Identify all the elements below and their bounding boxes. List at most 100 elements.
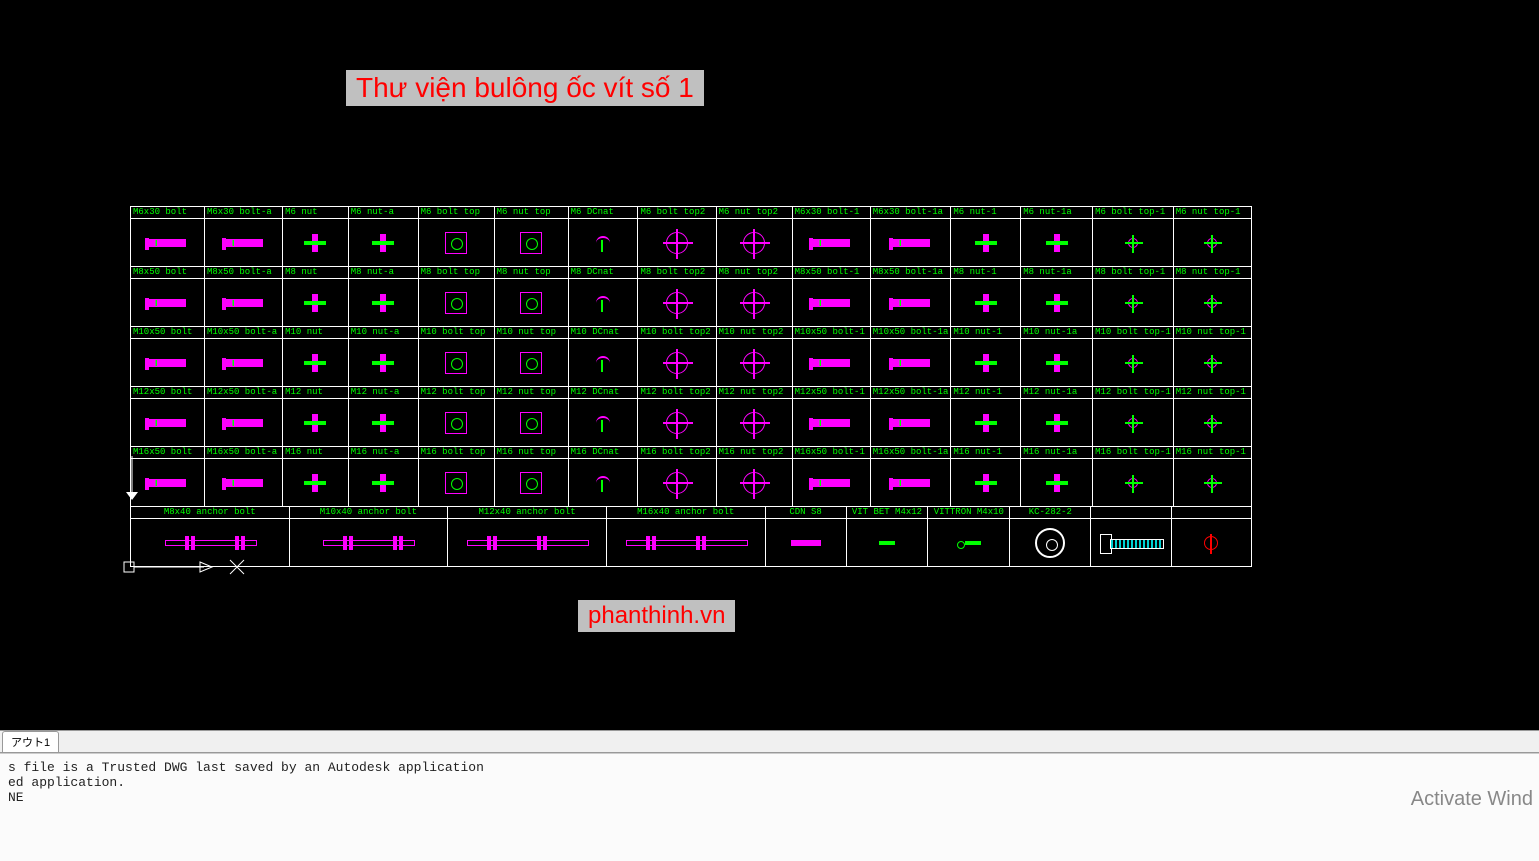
library-cell[interactable]: M6x30 bolt-1 <box>792 207 870 267</box>
library-cell[interactable]: M10 nut-1 <box>951 327 1021 387</box>
library-cell[interactable]: M16 nut <box>283 447 349 507</box>
library-cell[interactable]: M8x50 bolt <box>131 267 205 327</box>
library-cell[interactable]: M6 bolt top-1 <box>1093 207 1174 267</box>
cell-label: M6 nut top2 <box>717 207 792 219</box>
library-cell[interactable]: M12 bolt top2 <box>638 387 716 447</box>
library-cell[interactable]: M10 nut <box>283 327 349 387</box>
library-cell[interactable]: M12 nut <box>283 387 349 447</box>
library-cell[interactable]: M12 nut-a <box>348 387 418 447</box>
library-cell[interactable]: M6 nut-1a <box>1021 207 1093 267</box>
library-cell[interactable]: M8 nut-a <box>348 267 418 327</box>
cell-glyph <box>717 279 792 326</box>
cell-glyph <box>1174 459 1251 506</box>
library-cell[interactable]: M10x50 bolt-a <box>204 327 282 387</box>
library-cell[interactable]: M16 nut-1 <box>951 447 1021 507</box>
library-cell[interactable]: M8 nut <box>283 267 349 327</box>
cell-glyph <box>638 399 715 446</box>
library-cell[interactable]: M8 DCnat <box>568 267 638 327</box>
library-cell[interactable]: M16 nut top <box>494 447 568 507</box>
library-cell[interactable]: M12x50 bolt-1 <box>792 387 870 447</box>
library-cell[interactable]: M6 nut top-1 <box>1173 207 1251 267</box>
library-cell[interactable]: M6 nut top <box>494 207 568 267</box>
library-cell[interactable]: KC-282-2 <box>1010 507 1091 567</box>
library-cell[interactable]: M10 bolt top <box>418 327 494 387</box>
library-cell[interactable]: M16x40 anchor bolt <box>606 507 765 567</box>
library-cell[interactable]: M8 nut top-1 <box>1173 267 1251 327</box>
library-cell[interactable]: M6 nut-1 <box>951 207 1021 267</box>
library-cell[interactable]: M8 nut-1a <box>1021 267 1093 327</box>
library-cell[interactable]: M16 bolt top2 <box>638 447 716 507</box>
library-cell[interactable]: M10 nut top2 <box>716 327 792 387</box>
library-cell[interactable]: M16 bolt top <box>418 447 494 507</box>
library-cell[interactable]: M16 DCnat <box>568 447 638 507</box>
library-cell[interactable]: M6 nut <box>283 207 349 267</box>
library-cell[interactable]: M8 bolt top-1 <box>1093 267 1174 327</box>
library-cell[interactable]: M12 nut top2 <box>716 387 792 447</box>
library-cell[interactable]: M10x50 bolt <box>131 327 205 387</box>
library-cell[interactable]: CDN S8 <box>765 507 846 567</box>
library-cell[interactable]: M16 nut top-1 <box>1173 447 1251 507</box>
library-cell[interactable]: M16 nut-a <box>348 447 418 507</box>
library-cell[interactable]: M12x50 bolt-a <box>204 387 282 447</box>
library-cell[interactable]: M10 bolt top-1 <box>1093 327 1174 387</box>
library-cell[interactable]: M12 nut-1a <box>1021 387 1093 447</box>
cell-label: M16 nut <box>283 447 348 459</box>
cell-glyph <box>1021 399 1092 446</box>
library-cell[interactable]: M6x30 bolt <box>131 207 205 267</box>
library-cell[interactable]: M8 nut top2 <box>716 267 792 327</box>
library-cell[interactable]: M12x40 anchor bolt <box>448 507 607 567</box>
library-cell[interactable] <box>1091 507 1171 567</box>
library-cell[interactable]: M8x50 bolt-1a <box>870 267 951 327</box>
library-cell[interactable]: M16x50 bolt <box>131 447 205 507</box>
library-cell[interactable]: M10 DCnat <box>568 327 638 387</box>
library-cell[interactable]: M6 bolt top2 <box>638 207 716 267</box>
library-cell[interactable]: M6x30 bolt-1a <box>870 207 951 267</box>
library-cell[interactable]: M6 bolt top <box>418 207 494 267</box>
library-cell[interactable]: M10 nut-a <box>348 327 418 387</box>
library-cell[interactable]: M16x50 bolt-1a <box>870 447 951 507</box>
library-cell[interactable]: M10x50 bolt-1 <box>792 327 870 387</box>
cell-glyph <box>131 339 204 386</box>
library-cell[interactable] <box>1171 507 1251 567</box>
library-cell[interactable]: M12x50 bolt-1a <box>870 387 951 447</box>
cell-glyph <box>1091 519 1170 566</box>
library-cell[interactable]: M6 DCnat <box>568 207 638 267</box>
library-cell[interactable]: M8x50 bolt-a <box>204 267 282 327</box>
library-cell[interactable]: M12x50 bolt <box>131 387 205 447</box>
library-cell[interactable]: M16 nut-1a <box>1021 447 1093 507</box>
library-cell[interactable]: M10 nut-1a <box>1021 327 1093 387</box>
library-cell[interactable]: M12 bolt top-1 <box>1093 387 1174 447</box>
cell-glyph <box>951 279 1020 326</box>
cell-label: M12 bolt top-1 <box>1093 387 1173 399</box>
library-cell[interactable]: M12 nut-1 <box>951 387 1021 447</box>
library-cell[interactable]: M12 nut top-1 <box>1173 387 1251 447</box>
library-cell[interactable]: M8 nut top <box>494 267 568 327</box>
command-line[interactable]: s file is a Trusted DWG last saved by an… <box>0 753 1539 861</box>
library-cell[interactable]: M6x30 bolt-a <box>204 207 282 267</box>
library-cell[interactable]: M8 nut-1 <box>951 267 1021 327</box>
library-cell[interactable]: M12 bolt top <box>418 387 494 447</box>
library-cell[interactable]: M8 bolt top2 <box>638 267 716 327</box>
library-cell[interactable]: M6 nut top2 <box>716 207 792 267</box>
cell-glyph <box>607 519 765 566</box>
library-cell[interactable]: M16x50 bolt-1 <box>792 447 870 507</box>
layout-tab[interactable]: アウト1 <box>2 731 59 752</box>
library-cell[interactable]: M16 nut top2 <box>716 447 792 507</box>
library-cell[interactable]: VIT BET M4x12 <box>846 507 928 567</box>
library-cell[interactable]: M12 nut top <box>494 387 568 447</box>
library-cell[interactable]: M8 bolt top <box>418 267 494 327</box>
library-cell[interactable]: M10 nut top-1 <box>1173 327 1251 387</box>
cell-label: M8 nut-1a <box>1021 267 1092 279</box>
library-cell[interactable]: M12 DCnat <box>568 387 638 447</box>
library-cell[interactable]: M10 bolt top2 <box>638 327 716 387</box>
drawing-canvas[interactable]: Thư viện bulông ốc vít số 1 M6x30 boltM6… <box>0 0 1539 730</box>
cell-glyph <box>1174 219 1251 266</box>
library-cell[interactable]: M10 nut top <box>494 327 568 387</box>
library-cell[interactable]: VITTRON M4x10 <box>928 507 1010 567</box>
library-cell[interactable]: M16x50 bolt-a <box>204 447 282 507</box>
library-cell[interactable]: M6 nut-a <box>348 207 418 267</box>
library-cell[interactable]: M16 bolt top-1 <box>1093 447 1174 507</box>
library-cell[interactable]: M8x50 bolt-1 <box>792 267 870 327</box>
library-cell[interactable]: M10x40 anchor bolt <box>289 507 448 567</box>
library-cell[interactable]: M10x50 bolt-1a <box>870 327 951 387</box>
